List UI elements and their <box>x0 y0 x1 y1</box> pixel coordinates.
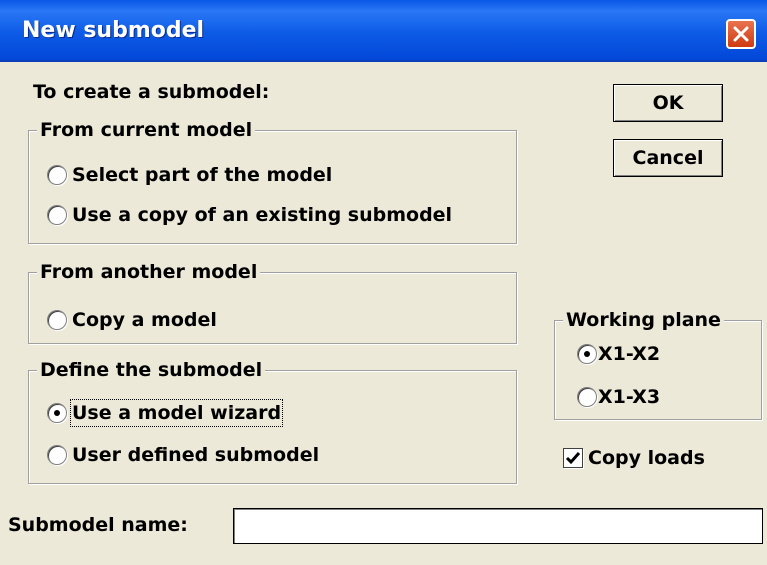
group-legend: From current model <box>37 118 256 142</box>
close-button[interactable] <box>726 19 756 49</box>
close-icon <box>733 26 749 42</box>
checkmark-icon <box>565 452 581 465</box>
radio-model-wizard[interactable] <box>47 403 67 423</box>
title-bar[interactable]: New submodel <box>0 0 767 62</box>
ok-button[interactable]: OK <box>613 84 723 122</box>
radio-user-defined[interactable] <box>47 445 67 465</box>
option-use-copy[interactable]: Use a copy of an existing submodel <box>72 203 452 227</box>
copy-loads-label[interactable]: Copy loads <box>588 446 705 470</box>
option-select-part[interactable]: Select part of the model <box>72 163 332 187</box>
radio-use-copy[interactable] <box>47 205 67 225</box>
submodel-name-label: Submodel name: <box>8 514 188 536</box>
window-title: New submodel <box>22 18 205 43</box>
option-user-defined[interactable]: User defined submodel <box>72 443 319 467</box>
option-model-wizard[interactable]: Use a model wizard <box>69 399 284 427</box>
option-x1-x2[interactable]: X1-X2 <box>598 342 660 366</box>
radio-select-part[interactable] <box>47 165 67 185</box>
copy-loads-checkbox[interactable] <box>563 448 583 468</box>
radio-copy-model[interactable] <box>47 310 67 330</box>
group-legend: Define the submodel <box>37 358 266 382</box>
intro-label: To create a submodel: <box>33 81 270 103</box>
group-legend: Working plane <box>563 308 724 332</box>
option-x1-x3[interactable]: X1-X3 <box>598 385 660 409</box>
submodel-name-input[interactable] <box>233 508 763 544</box>
radio-x1-x2[interactable] <box>577 344 597 364</box>
option-copy-model[interactable]: Copy a model <box>72 308 217 332</box>
group-legend: From another model <box>37 260 261 284</box>
radio-x1-x3[interactable] <box>577 387 597 407</box>
cancel-button[interactable]: Cancel <box>613 139 723 177</box>
